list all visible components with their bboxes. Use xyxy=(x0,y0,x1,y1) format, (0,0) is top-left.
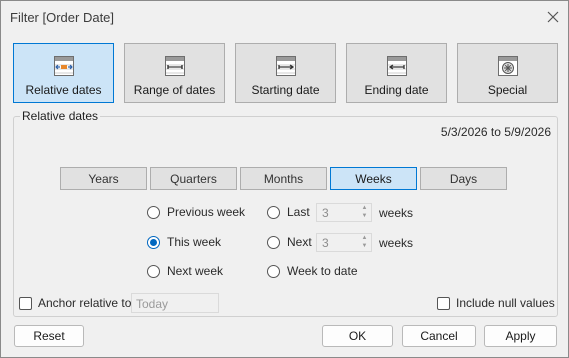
checkbox-box xyxy=(437,296,450,310)
radio-circle xyxy=(267,205,280,219)
previous-week-radio[interactable]: Previous week xyxy=(147,205,245,219)
radio-circle xyxy=(147,264,160,278)
last-n-radio[interactable]: Last xyxy=(267,205,310,219)
range-of-dates-icon xyxy=(164,55,185,76)
title-bar: Filter [Order Date] xyxy=(1,1,568,33)
radio-circle-checked xyxy=(147,235,160,249)
include-null-label: Include null values xyxy=(456,296,555,310)
next-week-label: Next week xyxy=(167,264,224,278)
ending-date-icon xyxy=(386,55,407,76)
radio-circle xyxy=(147,205,160,219)
group-title: Relative dates xyxy=(20,109,101,123)
window-title: Filter [Order Date] xyxy=(10,10,115,25)
filter-dialog: Filter [Order Date] Relative dates Range… xyxy=(0,0,569,358)
cancel-button[interactable]: Cancel xyxy=(402,325,476,347)
next-n-radio[interactable]: Next xyxy=(267,235,312,249)
date-range-text: 5/3/2026 to 5/9/2026 xyxy=(440,125,551,139)
close-button[interactable] xyxy=(541,7,565,27)
next-n-value: 3 xyxy=(322,236,329,250)
checkbox-box xyxy=(19,296,32,310)
unit-tab-years[interactable]: Years xyxy=(60,167,147,190)
ending-date-label: Ending date xyxy=(364,83,429,97)
stepper-up-icon[interactable]: ▲ xyxy=(362,235,368,242)
anchor-relative-label: Anchor relative to xyxy=(38,296,132,310)
unit-tab-weeks[interactable]: Weeks xyxy=(330,167,417,190)
relative-dates-label: Relative dates xyxy=(25,83,102,97)
include-null-checkbox[interactable]: Include null values xyxy=(437,296,555,310)
starting-date-icon xyxy=(275,55,296,76)
ending-date-button[interactable]: Ending date xyxy=(346,43,447,103)
unit-tab-quarters[interactable]: Quarters xyxy=(150,167,237,190)
next-n-label: Next xyxy=(287,235,312,249)
stepper-down-icon[interactable]: ▼ xyxy=(362,243,368,250)
apply-button[interactable]: Apply xyxy=(484,325,557,347)
anchor-relative-checkbox[interactable]: Anchor relative to xyxy=(19,296,131,310)
anchor-date-field[interactable]: Today xyxy=(131,293,219,313)
week-to-date-radio[interactable]: Week to date xyxy=(267,264,358,278)
this-week-radio[interactable]: This week xyxy=(147,235,221,249)
next-n-unit: weeks xyxy=(379,236,414,250)
special-icon xyxy=(497,55,518,76)
stepper-up-icon[interactable]: ▲ xyxy=(362,205,368,212)
radio-circle xyxy=(267,264,280,278)
unit-tab-days[interactable]: Days xyxy=(420,167,507,190)
range-of-dates-label: Range of dates xyxy=(133,83,216,97)
range-of-dates-button[interactable]: Range of dates xyxy=(124,43,225,103)
next-week-radio[interactable]: Next week xyxy=(147,264,223,278)
starting-date-button[interactable]: Starting date xyxy=(235,43,336,103)
reset-button[interactable]: Reset xyxy=(14,325,84,347)
unit-tab-months[interactable]: Months xyxy=(240,167,327,190)
radio-circle xyxy=(267,235,280,249)
last-n-value: 3 xyxy=(322,206,329,220)
previous-week-label: Previous week xyxy=(167,205,246,219)
this-week-label: This week xyxy=(167,235,222,249)
ok-button[interactable]: OK xyxy=(322,325,393,347)
starting-date-label: Starting date xyxy=(251,83,320,97)
close-icon xyxy=(547,11,559,23)
next-n-stepper[interactable]: 3 ▲ ▼ xyxy=(316,233,372,252)
special-button[interactable]: Special xyxy=(457,43,558,103)
stepper-down-icon[interactable]: ▼ xyxy=(362,213,368,220)
last-n-stepper[interactable]: 3 ▲ ▼ xyxy=(316,203,372,222)
last-n-label: Last xyxy=(287,205,310,219)
last-n-unit: weeks xyxy=(379,206,414,220)
week-to-date-label: Week to date xyxy=(287,264,358,278)
special-label: Special xyxy=(487,83,528,97)
relative-dates-button[interactable]: Relative dates xyxy=(13,43,114,103)
relative-dates-icon xyxy=(53,55,74,76)
